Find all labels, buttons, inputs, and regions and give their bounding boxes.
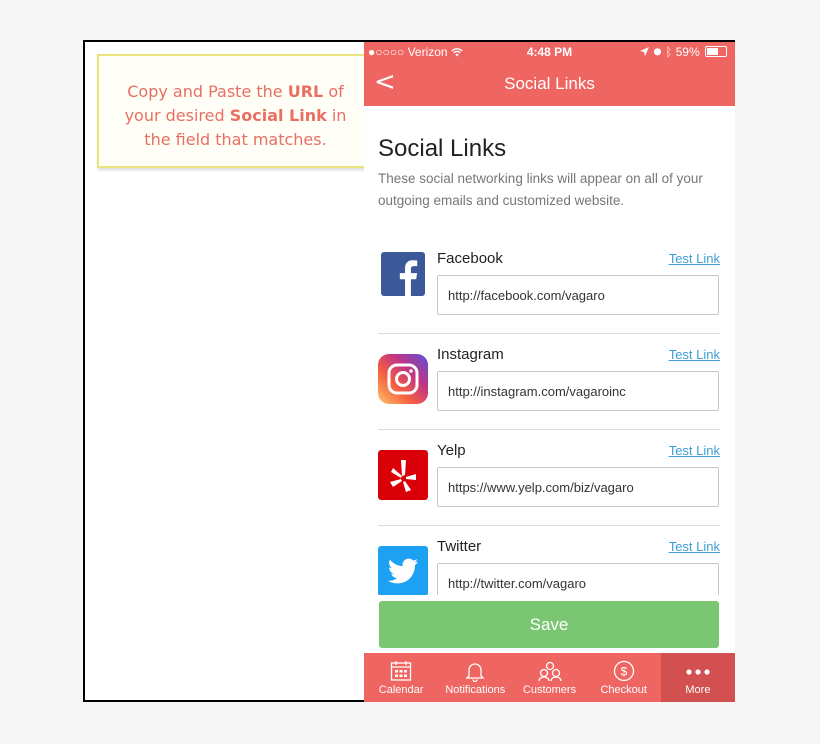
test-link-facebook[interactable]: Test Link <box>669 251 720 266</box>
tab-bar: Calendar Notifications Customers $ Check… <box>364 653 735 702</box>
tab-customers[interactable]: Customers <box>512 653 586 702</box>
test-link-instagram[interactable]: Test Link <box>669 347 720 362</box>
svg-text:$: $ <box>620 665 627 679</box>
test-link-twitter[interactable]: Test Link <box>669 539 720 554</box>
tab-checkout[interactable]: $ Checkout <box>587 653 661 702</box>
test-link-yelp[interactable]: Test Link <box>669 443 720 458</box>
battery-percent: 59% <box>675 45 700 59</box>
link-name: Yelp <box>437 442 466 459</box>
tab-label: Calendar <box>378 684 424 696</box>
bluetooth-icon: ᛒ <box>665 45 673 59</box>
location-arrow-icon <box>640 47 650 56</box>
tab-calendar[interactable]: Calendar <box>364 653 438 702</box>
social-links-list: Facebook Test Link http://facebook.com/v… <box>378 238 720 621</box>
link-row-facebook: Facebook Test Link <box>378 238 720 334</box>
more-icon <box>686 669 710 675</box>
tab-notifications[interactable]: Notifications <box>438 653 512 702</box>
link-row-instagram: Instagram Test Link <box>378 334 720 430</box>
facebook-icon <box>381 252 425 296</box>
link-row-yelp: Yelp Test Link <box>378 430 720 526</box>
link-name: Instagram <box>437 346 504 363</box>
customers-icon <box>537 661 562 682</box>
nav-bar: < Social Links <box>364 62 735 106</box>
page-title: Social Links <box>378 135 507 162</box>
status-right: ᛒ 59% <box>640 45 727 59</box>
tab-label: Customers <box>522 684 577 696</box>
link-name: Twitter <box>437 538 482 555</box>
calendar-icon <box>390 661 412 681</box>
phone-screen: ●○○○○ Verizon 4:48 PM ᛒ 59% < Social Lin… <box>364 42 735 702</box>
link-name: Facebook <box>437 250 503 267</box>
tab-label: More <box>685 684 711 696</box>
facebook-url-input[interactable] <box>437 275 719 315</box>
status-bar: ●○○○○ Verizon 4:48 PM ᛒ 59% <box>364 42 735 62</box>
dollar-icon: $ <box>613 660 634 682</box>
yelp-icon <box>378 450 428 500</box>
battery-icon <box>705 46 727 57</box>
tab-label: Checkout <box>600 684 647 696</box>
instagram-icon <box>378 354 428 404</box>
twitter-icon <box>378 546 428 596</box>
instruction-callout: Copy and Paste the URL of your desired S… <box>97 54 374 168</box>
main-content: Social Links These social networking lin… <box>378 106 720 621</box>
yelp-url-input[interactable] <box>437 467 719 507</box>
save-button[interactable]: Save <box>379 601 719 648</box>
page-description: These social networking links will appea… <box>378 171 703 208</box>
bell-icon <box>465 663 485 682</box>
instagram-url-input[interactable] <box>437 371 719 411</box>
tab-more[interactable]: More <box>660 653 735 702</box>
nav-title: Social Links <box>504 74 595 93</box>
alarm-icon <box>653 48 661 56</box>
tab-label: Notifications <box>445 684 506 696</box>
